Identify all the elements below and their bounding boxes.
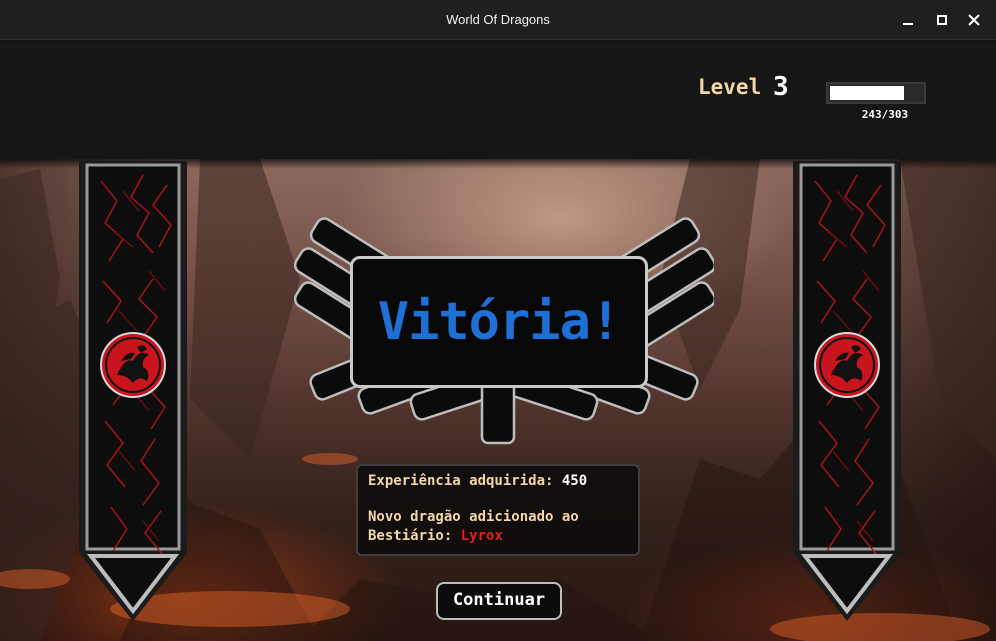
bestiary-label: Bestiário: [368, 528, 453, 544]
new-dragon-name: Lyrox [460, 528, 503, 544]
xp-progress-text: 243/303 [861, 108, 909, 121]
xp-gained-label: Experiência adquirida: [368, 473, 554, 489]
xp-progress-bar [826, 82, 926, 104]
close-icon [968, 14, 980, 26]
minimize-button[interactable] [894, 8, 922, 32]
victory-sign: Vitória! [350, 256, 648, 388]
continue-button[interactable]: Continuar [436, 582, 562, 620]
bestiary-row: Bestiário: Lyrox [368, 527, 628, 546]
xp-gained-value: 450 [561, 473, 588, 489]
game-header: Level 3 243/303 [0, 41, 996, 159]
level-value: 3 [773, 72, 789, 102]
right-house-banner [793, 161, 901, 621]
battle-results-panel: Experiência adquirida: 450 Novo dragão a… [356, 464, 640, 556]
window-title: World Of Dragons [446, 12, 550, 27]
minimize-icon [903, 23, 913, 25]
close-button[interactable] [960, 8, 988, 32]
maximize-button[interactable] [928, 8, 956, 32]
xp-progress-fill [830, 86, 904, 100]
level-label: Level [698, 75, 762, 99]
victory-title: Vitória! [377, 292, 621, 352]
left-house-banner [79, 161, 187, 621]
window-titlebar: World Of Dragons [0, 0, 996, 40]
maximize-icon [937, 15, 947, 25]
new-dragon-line: Novo dragão adicionado ao [368, 509, 579, 525]
xp-gained-row: Experiência adquirida: 450 [368, 472, 628, 491]
victory-scene: Vitória! Experiência adquirida: 450 Novo… [0, 159, 996, 641]
